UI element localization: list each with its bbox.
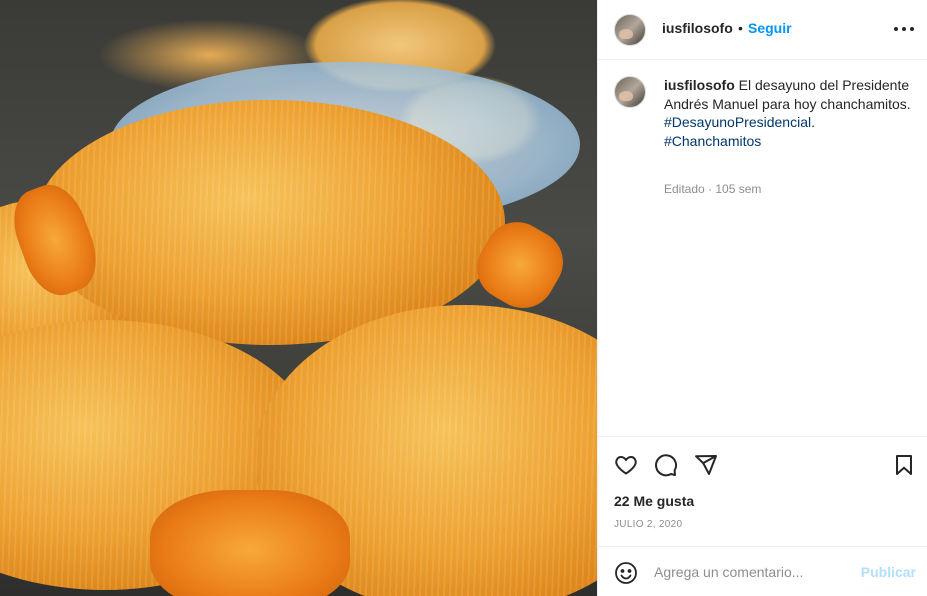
post-actions: 22 Me gusta JULIO 2, 2020 xyxy=(598,436,927,546)
hashtag-link[interactable]: #DesayunoPresidencial. xyxy=(664,113,914,132)
more-options-icon[interactable] xyxy=(894,21,914,37)
publish-button[interactable]: Publicar xyxy=(861,564,916,580)
post-header: iusfilosofo • Seguir xyxy=(598,0,927,60)
send-icon[interactable] xyxy=(694,453,718,477)
hashtag-link[interactable]: #Chanchamitos xyxy=(664,132,914,151)
bookmark-icon[interactable] xyxy=(892,453,916,477)
caption-avatar[interactable] xyxy=(614,76,646,108)
emoji-icon[interactable] xyxy=(614,561,638,585)
comment-input[interactable] xyxy=(654,559,854,585)
separator-dot: • xyxy=(738,20,743,36)
comment-icon[interactable] xyxy=(654,453,678,477)
caption-username[interactable]: iusfilosofo xyxy=(664,77,735,93)
avatar[interactable] xyxy=(614,14,646,46)
post-date[interactable]: JULIO 2, 2020 xyxy=(614,519,682,530)
caption-meta: Editado · 105 sem xyxy=(664,182,762,196)
heart-icon[interactable] xyxy=(614,453,638,477)
likes-count[interactable]: 22 Me gusta xyxy=(614,493,694,509)
header-username[interactable]: iusfilosofo xyxy=(662,20,733,36)
add-comment-bar: Publicar xyxy=(598,546,927,596)
post-side-panel: iusfilosofo • Seguir iusfilosofo El desa… xyxy=(597,0,927,596)
husk-tie xyxy=(150,490,350,596)
caption-text: iusfilosofo El desayuno del Presidente A… xyxy=(664,76,914,150)
post-photo[interactable] xyxy=(0,0,597,596)
follow-button[interactable]: Seguir xyxy=(748,20,792,36)
